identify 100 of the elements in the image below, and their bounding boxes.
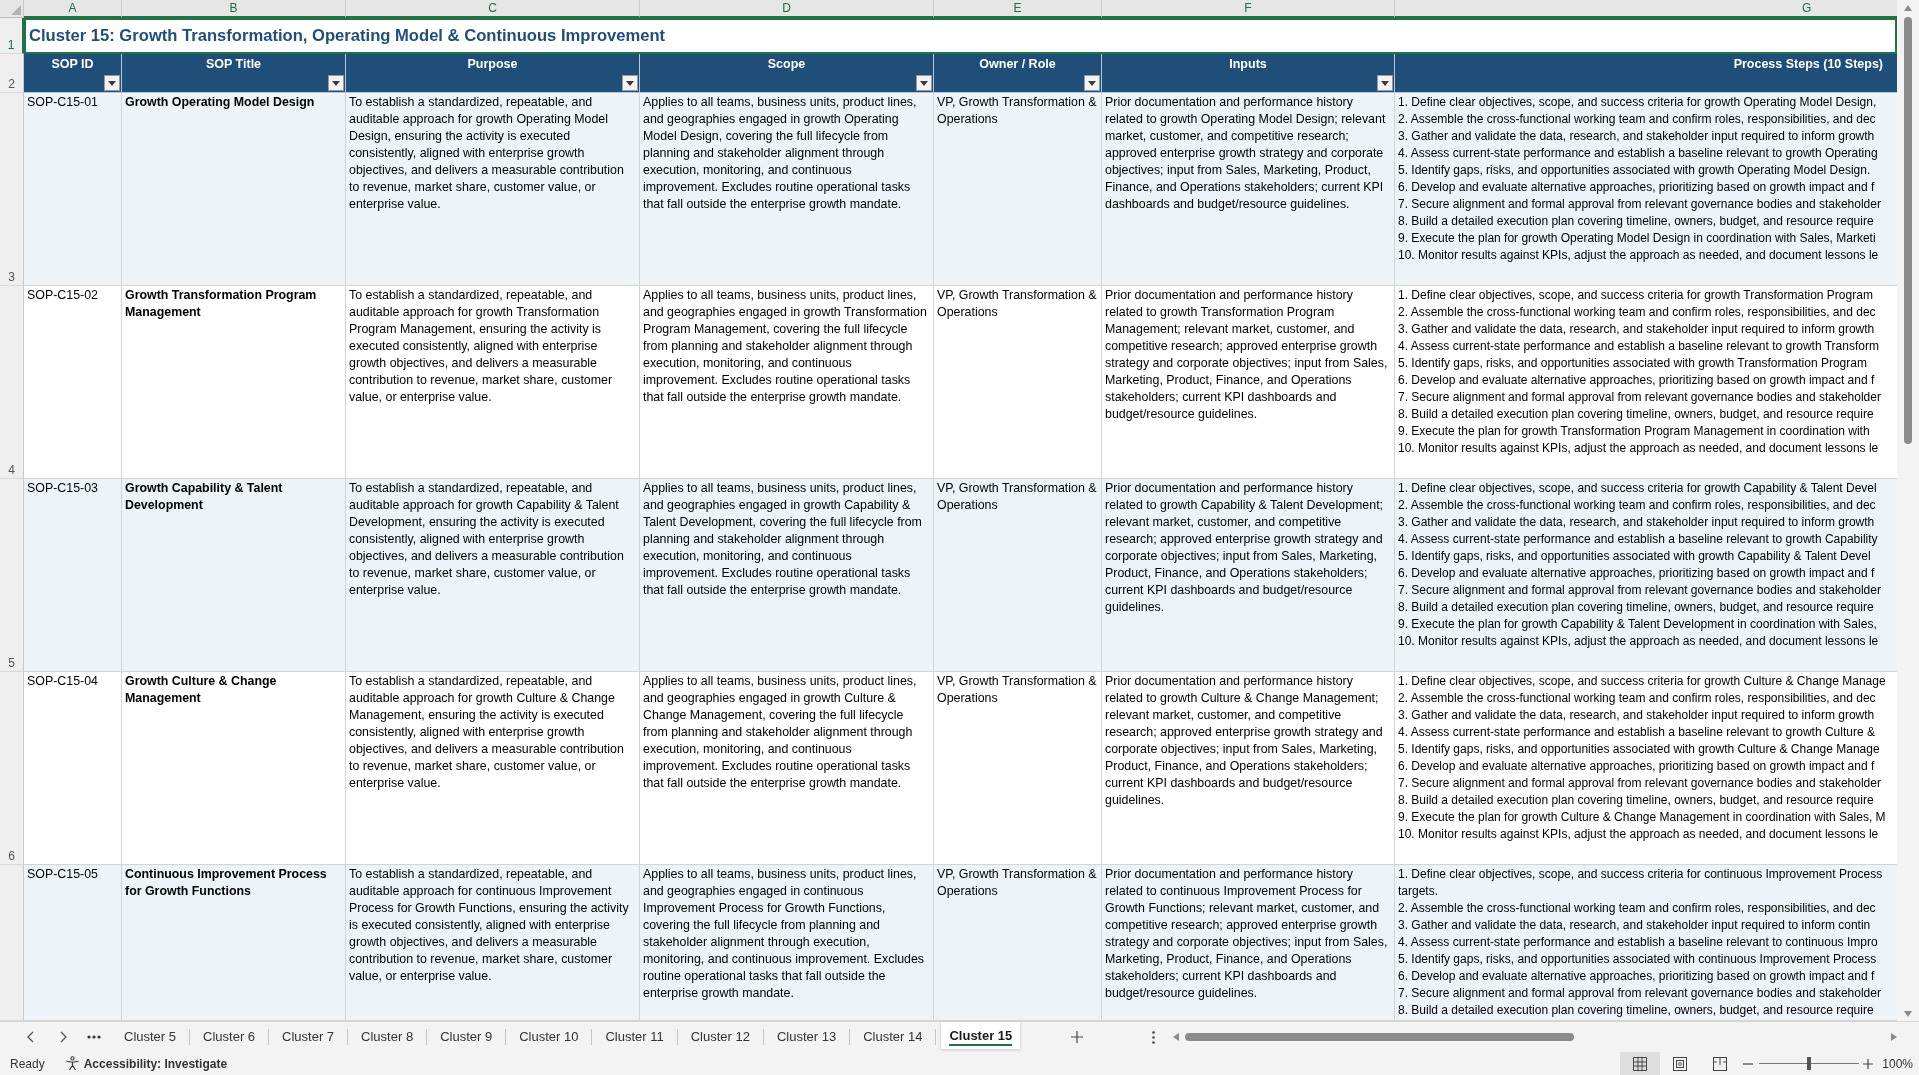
filter-button[interactable] bbox=[1084, 75, 1100, 91]
process-step: 4. Assess current-state performance and establish a baseline relevant to continuous Impro bbox=[1398, 934, 1878, 951]
triangle-icon bbox=[11, 5, 21, 15]
process-step: 9. Execute the plan for growth Capability & Talent Development in coordination with Sales, bbox=[1398, 616, 1877, 633]
table-cell: VP, Growth Transformation & Operations bbox=[934, 479, 1102, 672]
process-step: 3. Gather and validate the data, research, and stakeholder input required to inform contin bbox=[1398, 917, 1871, 934]
filter-button[interactable] bbox=[1377, 75, 1393, 91]
filter-button[interactable] bbox=[622, 75, 638, 91]
filter-button[interactable] bbox=[104, 75, 120, 91]
process-step: 6. Develop and evaluate alternative approaches, prioritizing based on growth impact and f bbox=[1398, 565, 1875, 582]
column-heading: SOP Title bbox=[205, 57, 262, 71]
sheet-tab[interactable]: Cluster 10 bbox=[506, 1022, 592, 1052]
accessibility-status[interactable]: Accessibility: Investigate bbox=[83, 1056, 228, 1071]
sheet-tab[interactable]: Cluster 8 bbox=[348, 1022, 427, 1052]
row-header[interactable]: 2 bbox=[0, 54, 24, 93]
process-step: 2. Assemble the cross-functional working team and confirm roles, responsibilities, and dec bbox=[1398, 111, 1876, 128]
column-header[interactable]: F bbox=[1102, 0, 1395, 18]
sheet-tab[interactable]: Cluster 15 bbox=[941, 1022, 1021, 1049]
left-arrow-icon[interactable] bbox=[1173, 1033, 1179, 1041]
sheet-tab[interactable]: Cluster 14 bbox=[850, 1022, 936, 1052]
process-step: targets. bbox=[1398, 883, 1439, 900]
row-header[interactable]: 6 bbox=[0, 672, 24, 865]
process-step: 2. Assemble the cross-functional working team and confirm roles, responsibilities, and dec bbox=[1398, 497, 1876, 514]
column-heading: Inputs bbox=[1229, 57, 1267, 71]
row-header[interactable]: 3 bbox=[0, 93, 24, 286]
right-arrow-icon[interactable] bbox=[1891, 1033, 1897, 1041]
caret-down-icon bbox=[332, 80, 340, 86]
table-cell: Applies to all teams, business units, product lines, and geographies engaged in growth Operating Model Design, covering the full lifecycle from planning and stakeholder alignment through execution, monitoring, and continuous improvement. Excludes routine operational tasks that fall outside the enterprise growth mandate. bbox=[640, 93, 934, 286]
zoom-level[interactable]: 100% bbox=[1882, 1056, 1913, 1071]
column-heading: Owner / Role bbox=[979, 57, 1056, 71]
chevron-right-icon[interactable] bbox=[60, 1031, 67, 1043]
column-header[interactable]: A bbox=[24, 0, 122, 18]
sheet-tab[interactable]: Cluster 11 bbox=[592, 1022, 677, 1052]
scrollbar-thumb[interactable] bbox=[1185, 1033, 1574, 1041]
sheet-tab[interactable]: Cluster 5 bbox=[111, 1022, 190, 1052]
vertical-scrollbar[interactable] bbox=[1897, 0, 1919, 1021]
process-step: 2. Assemble the cross-functional working team and confirm roles, responsibilities, and dec bbox=[1398, 304, 1876, 321]
person-icon[interactable] bbox=[64, 1056, 80, 1071]
process-step: 7. Secure alignment and formal approval from relevant governance bodies and stakeholder bbox=[1398, 389, 1881, 406]
process-step: 10. Monitor results against KPIs, adjust the approach as needed, and document lessons le bbox=[1398, 247, 1879, 264]
column-heading: Scope bbox=[767, 57, 806, 71]
process-step: 7. Secure alignment and formal approval from relevant governance bodies and stakeholder bbox=[1398, 985, 1881, 1002]
slider-thumb[interactable] bbox=[1807, 1057, 1812, 1070]
process-step: 10. Monitor results against KPIs, adjust the approach as needed, and document lessons le bbox=[1398, 826, 1879, 843]
sheet-tab[interactable]: Cluster 6 bbox=[190, 1022, 269, 1052]
sheet-tab[interactable]: Cluster 13 bbox=[763, 1022, 850, 1052]
caret-down-icon bbox=[626, 80, 634, 86]
down-arrow-icon[interactable] bbox=[1904, 1011, 1912, 1017]
process-step: 5. Identify gaps, risks, and opportunities associated with continuous Improvement Process bbox=[1398, 951, 1877, 968]
process-step: 7. Secure alignment and formal approval from relevant governance bodies and stakeholder bbox=[1398, 582, 1881, 599]
process-step: 1. Define clear objectives, scope, and success criteria for growth Culture & Change Manage bbox=[1398, 673, 1886, 690]
column-header[interactable]: C bbox=[346, 0, 640, 18]
process-step: 5. Identify gaps, risks, and opportunities associated with growth Operating Model Design. bbox=[1398, 162, 1871, 179]
status-text: Ready bbox=[10, 1056, 45, 1071]
split-page-icon bbox=[1713, 1056, 1728, 1071]
process-step: 9. Execute the plan for growth Transformation Program Management in coordination with bbox=[1398, 423, 1870, 440]
sheet-tab[interactable]: Cluster 9 bbox=[427, 1022, 506, 1052]
process-step: 4. Assess current-state performance and establish a baseline relevant to growth Operating bbox=[1398, 145, 1878, 162]
process-step: 1. Define clear objectives, scope, and success criteria for growth Operating Model Design, bbox=[1398, 94, 1877, 111]
view-button[interactable] bbox=[1620, 1052, 1661, 1075]
table-cell: Growth Capability & Talent Development bbox=[122, 479, 346, 672]
process-step: 4. Assess current-state performance and establish a baseline relevant to growth Transform bbox=[1398, 338, 1879, 355]
row-header[interactable]: 5 bbox=[0, 479, 24, 672]
vertical-dots-icon[interactable] bbox=[1152, 1030, 1155, 1044]
table-cell: To establish a standardized, repeatable, and auditable approach for growth Capability & Talent Development, ensuring the activity is executed consistently, aligned with enterprise growth objectives, and delivers a measurable contribution to revenue, market share, customer value, or enterprise value. bbox=[346, 479, 640, 672]
process-step: 10. Monitor results against KPIs, adjust the approach as needed, and document lessons le bbox=[1398, 440, 1879, 457]
table-cell: Prior documentation and performance history related to growth Operating Model Design; relevant market, customer, and competitive research; approved enterprise growth strategy and corporate objectives; input from Sales, Marketing, Product, Finance, and Operations stakeholders; current KPI dashboards and budget/resource guidelines. bbox=[1102, 93, 1395, 286]
process-step: 8. Build a detailed execution plan covering timeline, owners, budget, and resource require bbox=[1398, 213, 1874, 230]
process-step: 1. Define clear objectives, scope, and success criteria for continuous Improvement Process bbox=[1398, 866, 1883, 883]
filter-button[interactable] bbox=[328, 75, 344, 91]
plus-icon[interactable] bbox=[1863, 1058, 1874, 1069]
row-header[interactable]: 4 bbox=[0, 286, 24, 479]
sheet-tab[interactable]: Cluster 7 bbox=[269, 1022, 348, 1052]
column-header[interactable]: B bbox=[122, 0, 346, 18]
process-step: 6. Develop and evaluate alternative approaches, prioritizing based on growth impact and f bbox=[1398, 758, 1875, 775]
chevron-left-icon[interactable] bbox=[27, 1031, 34, 1043]
process-step: 2. Assemble the cross-functional working team and confirm roles, responsibilities, and dec bbox=[1398, 690, 1876, 707]
process-step: 8. Build a detailed execution plan covering timeline, owners, budget, and resource require bbox=[1398, 792, 1874, 809]
table-cell: SOP-C15-03 bbox=[24, 479, 122, 672]
process-step: 2. Assemble the cross-functional working team and confirm roles, responsibilities, and dec bbox=[1398, 900, 1876, 917]
row-header[interactable]: 1 bbox=[0, 18, 24, 54]
process-step: 4. Assess current-state performance and establish a baseline relevant to growth Capability bbox=[1398, 531, 1878, 548]
process-step: 6. Develop and evaluate alternative approaches, prioritizing based on growth impact and f bbox=[1398, 372, 1875, 389]
page-icon bbox=[1673, 1056, 1688, 1071]
up-arrow-icon[interactable] bbox=[1904, 5, 1912, 11]
process-step: 9. Execute the plan for growth Culture & Change Management in coordination with Sales, M bbox=[1398, 809, 1886, 826]
column-header[interactable]: E bbox=[934, 0, 1102, 18]
process-step: 1. Define clear objectives, scope, and success criteria for growth Capability & Talent Devel bbox=[1398, 480, 1877, 497]
sheet-tab[interactable]: Cluster 12 bbox=[677, 1022, 763, 1052]
scrollbar-thumb[interactable] bbox=[1904, 17, 1912, 444]
column-header[interactable]: D bbox=[640, 0, 934, 18]
process-step: 3. Gather and validate the data, research, and stakeholder input required to inform growth bbox=[1398, 707, 1875, 724]
column-header[interactable]: G bbox=[1395, 0, 1897, 18]
filter-button[interactable] bbox=[916, 75, 932, 91]
plus-icon[interactable] bbox=[1071, 1031, 1084, 1043]
process-step: 8. Build a detailed execution plan covering timeline, owners, budget, and resource require bbox=[1398, 1002, 1874, 1019]
caret-down-icon bbox=[920, 80, 928, 86]
process-step: 5. Identify gaps, risks, and opportunities associated with growth Capability & Talent Devel bbox=[1398, 548, 1871, 565]
ellipsis-icon[interactable] bbox=[87, 1035, 101, 1039]
column-heading: Process Steps (10 Steps) bbox=[1733, 57, 1883, 71]
